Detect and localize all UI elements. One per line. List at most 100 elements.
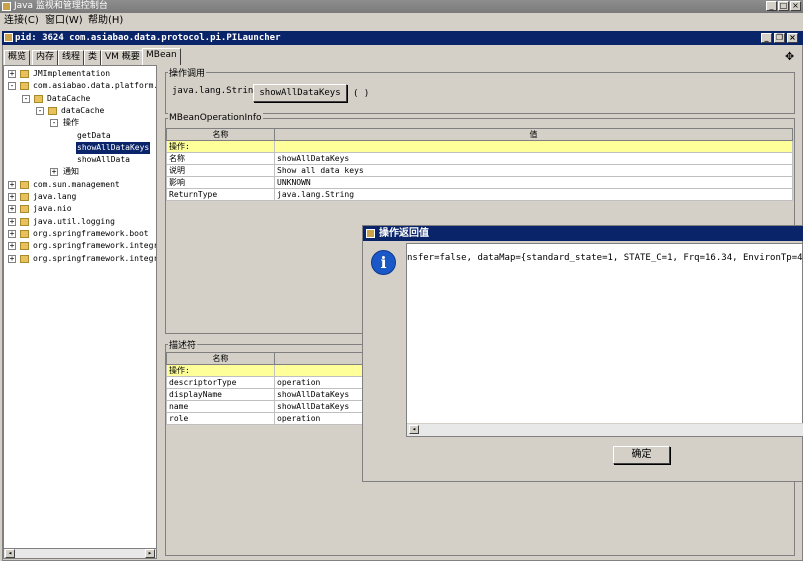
cell-name: 操作: — [166, 140, 275, 153]
collapse-icon[interactable]: - — [8, 82, 16, 91]
tab-mbean[interactable]: MBean — [142, 48, 181, 65]
close-button[interactable]: × — [790, 1, 801, 11]
scroll-left-arrow-icon[interactable]: ◂ — [5, 549, 15, 558]
menu-window[interactable]: 窗口(W) — [45, 14, 83, 27]
window-title-bar[interactable]: Java 监视和管理控制台 _ □ × — [0, 0, 803, 13]
cell-value: java.lang.String — [274, 188, 793, 201]
inner-close-button[interactable]: × — [787, 33, 798, 43]
folder-icon — [20, 205, 29, 214]
mbean-bean-icon — [48, 106, 57, 115]
folder-icon — [20, 217, 29, 226]
table-row[interactable]: 说明 Show all data keys — [166, 164, 793, 177]
table-row[interactable]: ReturnType java.lang.String — [166, 188, 793, 201]
column-header-value[interactable]: 值 — [274, 128, 793, 141]
cell-value: showAllDataKeys — [274, 152, 793, 165]
cell-name: 影响 — [166, 176, 275, 189]
menu-help[interactable]: 帮助(H) — [88, 14, 123, 27]
cell-value: Show all data keys — [274, 164, 793, 177]
maximize-button[interactable]: □ — [778, 1, 789, 11]
table-row[interactable]: 名称 showAllDataKeys — [166, 152, 793, 165]
tree-node[interactable]: java.lang — [32, 191, 77, 203]
tree-node[interactable]: dataCache — [60, 105, 105, 117]
java-app-icon — [366, 229, 375, 238]
return-value-text: nsfer=false, dataMap={standard_state=1, … — [407, 253, 803, 263]
expand-icon[interactable]: + — [8, 242, 16, 251]
operation-params: ( ) — [353, 89, 370, 99]
tree-node[interactable]: getData — [76, 130, 112, 142]
tree-horizontal-scrollbar[interactable]: ◂ ▸ — [3, 548, 157, 559]
folder-icon — [20, 242, 29, 251]
expand-icon[interactable]: + — [50, 168, 58, 177]
folder-icon — [20, 254, 29, 263]
mbean-tree[interactable]: + JMImplementation - com.asiabao.data.platf… — [3, 65, 157, 549]
cell-name: 说明 — [166, 164, 275, 177]
expand-icon[interactable]: + — [8, 217, 16, 226]
scroll-left-arrow-icon[interactable]: ◂ — [409, 425, 419, 434]
collapse-icon[interactable]: - — [50, 119, 58, 128]
dialog-horizontal-scrollbar[interactable]: ◂ — [407, 423, 803, 436]
window-title: Java 监视和管理控制台 — [14, 1, 108, 11]
folder-icon — [20, 229, 29, 238]
scroll-right-arrow-icon[interactable]: ▸ — [145, 549, 155, 558]
cell-name: name — [166, 400, 275, 413]
tab-classes[interactable]: 类 — [84, 50, 102, 65]
internal-frame-title-bar[interactable]: pid: 3624 com.asiabao.data.protocol.pi.P… — [2, 31, 803, 45]
cell-value — [274, 140, 793, 153]
tree-node[interactable]: java.nio — [32, 203, 73, 215]
collapse-icon[interactable]: - — [22, 94, 30, 103]
tree-node[interactable]: org.springframework.integr — [32, 253, 156, 265]
expand-icon[interactable]: + — [8, 254, 16, 263]
folder-icon — [34, 94, 43, 103]
detach-icon[interactable]: ✥ — [785, 50, 794, 63]
tree-node[interactable]: 通知 — [62, 166, 80, 178]
tab-threads[interactable]: 线程 — [58, 50, 85, 65]
tree-node[interactable]: com.asiabao.data.platform.w — [32, 80, 156, 92]
ok-button[interactable]: 确定 — [613, 446, 670, 464]
menu-connection[interactable]: 连接(C) — [4, 14, 39, 27]
cell-name: 名称 — [166, 152, 275, 165]
inner-minimize-button[interactable]: _ — [761, 33, 772, 43]
tree-node[interactable]: org.springframework.integr — [32, 240, 156, 252]
folder-icon — [20, 70, 29, 78]
tree-node[interactable]: 操作 — [62, 117, 80, 129]
tree-node[interactable]: DataCache — [46, 93, 91, 105]
tab-overview[interactable]: 概览 — [4, 50, 31, 65]
cell-name: descriptorType — [166, 376, 275, 389]
tree-node[interactable]: JMImplementation — [32, 68, 111, 80]
internal-frame-title: pid: 3624 com.asiabao.data.protocol.pi.P… — [15, 33, 281, 43]
return-value-text-area[interactable]: nsfer=false, dataMap={standard_state=1, … — [406, 243, 803, 437]
folder-icon — [20, 180, 29, 189]
tree-node[interactable]: java.util.logging — [32, 216, 116, 228]
expand-icon[interactable]: + — [8, 180, 16, 189]
java-app-icon — [4, 33, 13, 42]
table-row[interactable]: 操作: — [166, 140, 793, 153]
info-icon: i — [371, 250, 396, 275]
operation-info-table: 名称 值 操作: 名称 showAllDataKeys 说明 Show all data… — [166, 128, 793, 201]
expand-icon[interactable]: + — [8, 205, 16, 214]
inner-restore-button[interactable]: ❐ — [774, 33, 785, 43]
tree-node[interactable]: org.springframework.boot — [32, 228, 150, 240]
dialog-title-bar[interactable]: 操作返回值 — [363, 226, 803, 241]
operation-info-label: MBeanOperationInfo — [168, 113, 263, 123]
java-app-icon — [2, 2, 11, 11]
tab-memory[interactable]: 内存 — [32, 50, 59, 65]
column-header-name[interactable]: 名称 — [166, 128, 275, 141]
tree-node[interactable]: showAllData — [76, 154, 131, 166]
tab-vm-summary[interactable]: VM 概要 — [101, 50, 144, 65]
table-row[interactable]: 影响 UNKNOWN — [166, 176, 793, 189]
expand-icon[interactable]: + — [8, 229, 16, 238]
column-header-name[interactable]: 名称 — [166, 352, 275, 365]
tree-node[interactable]: com.sun.management — [32, 179, 121, 191]
minimize-button[interactable]: _ — [766, 1, 777, 11]
expand-icon[interactable]: + — [8, 193, 16, 201]
expand-icon[interactable]: + — [8, 70, 16, 78]
cell-name: role — [166, 412, 275, 425]
descriptor-label: 描述符 — [168, 338, 198, 351]
cell-name: ReturnType — [166, 188, 275, 201]
cell-name: displayName — [166, 388, 275, 401]
invoke-show-all-data-keys-button[interactable]: showAllDataKeys — [253, 84, 347, 102]
cell-value: UNKNOWN — [274, 176, 793, 189]
cell-name: 操作: — [166, 364, 275, 377]
collapse-icon[interactable]: - — [36, 106, 44, 115]
tree-node[interactable]: showAllDataKeys — [76, 141, 151, 154]
